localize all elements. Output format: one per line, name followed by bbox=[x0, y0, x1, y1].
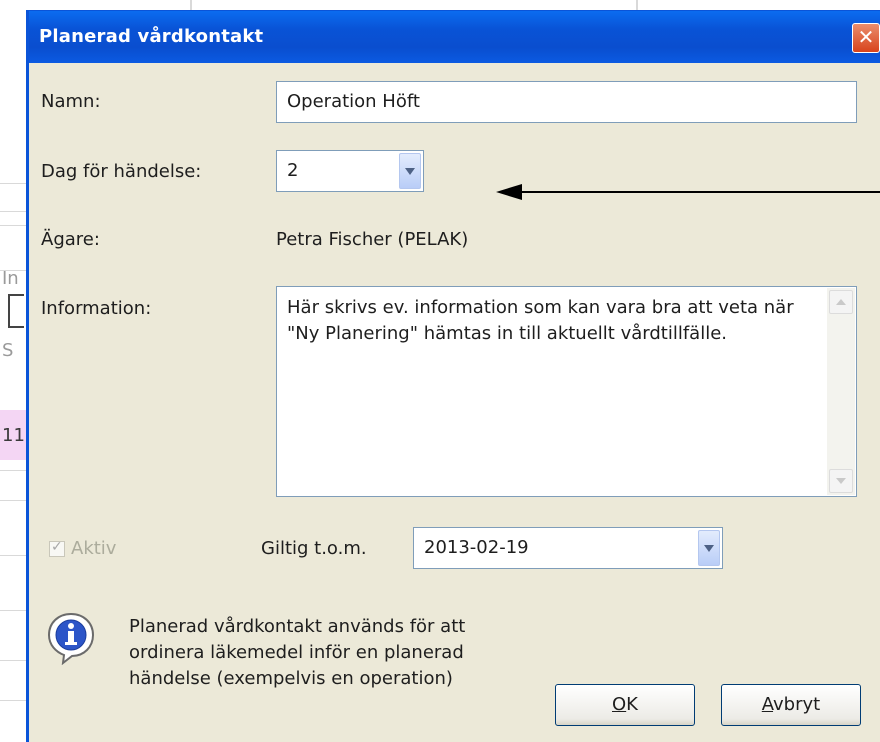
active-checkbox[interactable] bbox=[49, 539, 65, 557]
annotation-arrow-head bbox=[496, 184, 522, 200]
close-button[interactable]: ✕ bbox=[852, 23, 880, 53]
info-icon bbox=[47, 612, 95, 665]
day-select-value: 2 bbox=[287, 160, 299, 181]
planned-contact-dialog: Planerad vårdkontakt ✕ Namn: Operation H… bbox=[26, 10, 880, 742]
background-window: In S 11 bbox=[0, 0, 26, 742]
day-select[interactable]: 2 bbox=[276, 150, 424, 192]
information-textarea[interactable]: Här skrivs ev. information som kan vara … bbox=[276, 286, 857, 497]
ok-button[interactable]: OK bbox=[555, 684, 695, 726]
information-text: Här skrivs ev. information som kan vara … bbox=[287, 297, 794, 344]
cancel-label-rest: vbryt bbox=[773, 694, 821, 715]
owner-value: Petra Fischer (PELAK) bbox=[276, 229, 469, 250]
vertical-scrollbar[interactable] bbox=[827, 288, 855, 495]
dialog-title: Planerad vårdkontakt bbox=[39, 26, 264, 47]
chevron-down-icon[interactable] bbox=[399, 153, 421, 189]
annotation-arrow-line bbox=[520, 191, 880, 193]
information-label: Information: bbox=[41, 298, 152, 319]
close-icon: ✕ bbox=[857, 25, 875, 49]
ok-mnemonic: O bbox=[612, 694, 627, 715]
info-note: Planerad vårdkontakt används för att ord… bbox=[129, 616, 466, 689]
valid-until-label: Giltig t.o.m. bbox=[261, 538, 367, 559]
valid-until-date[interactable]: 2013-02-19 bbox=[413, 527, 723, 569]
name-label: Namn: bbox=[41, 91, 101, 112]
background-text-fragment: In bbox=[2, 268, 19, 289]
scroll-up-icon[interactable] bbox=[829, 290, 853, 314]
cancel-mnemonic: A bbox=[761, 694, 774, 715]
background-box bbox=[8, 294, 24, 328]
cancel-button[interactable]: Avbryt bbox=[721, 684, 861, 726]
active-label: Aktiv bbox=[71, 538, 117, 559]
chevron-down-icon[interactable] bbox=[698, 530, 720, 566]
valid-until-value: 2013-02-19 bbox=[424, 537, 529, 558]
scroll-down-icon[interactable] bbox=[829, 469, 853, 493]
name-field[interactable]: Operation Höft bbox=[276, 81, 857, 123]
dialog-titlebar[interactable]: Planerad vårdkontakt ✕ bbox=[29, 11, 880, 63]
background-text-fragment: S bbox=[2, 340, 14, 361]
day-label: Dag för händelse: bbox=[41, 161, 202, 182]
owner-label: Ägare: bbox=[41, 229, 100, 250]
background-text-fragment: 11 bbox=[2, 425, 25, 446]
ok-label-rest: K bbox=[626, 694, 638, 715]
